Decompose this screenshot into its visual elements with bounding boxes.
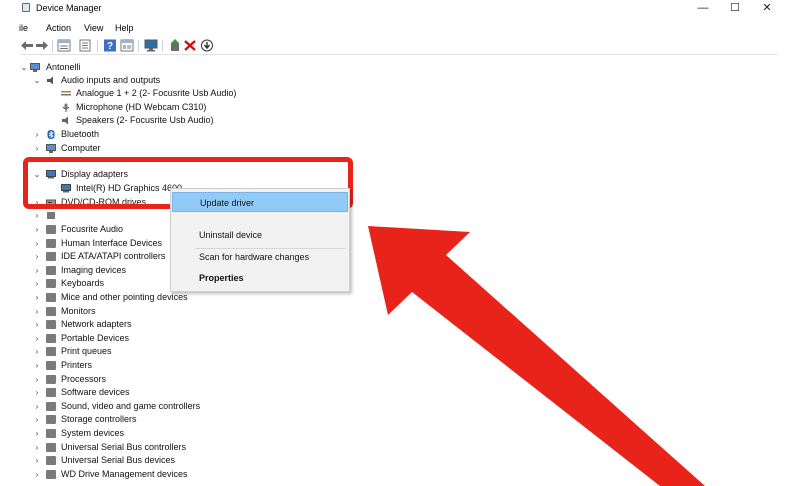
- red-pointer-arrow: [368, 226, 705, 486]
- arrow-shape: [368, 226, 705, 486]
